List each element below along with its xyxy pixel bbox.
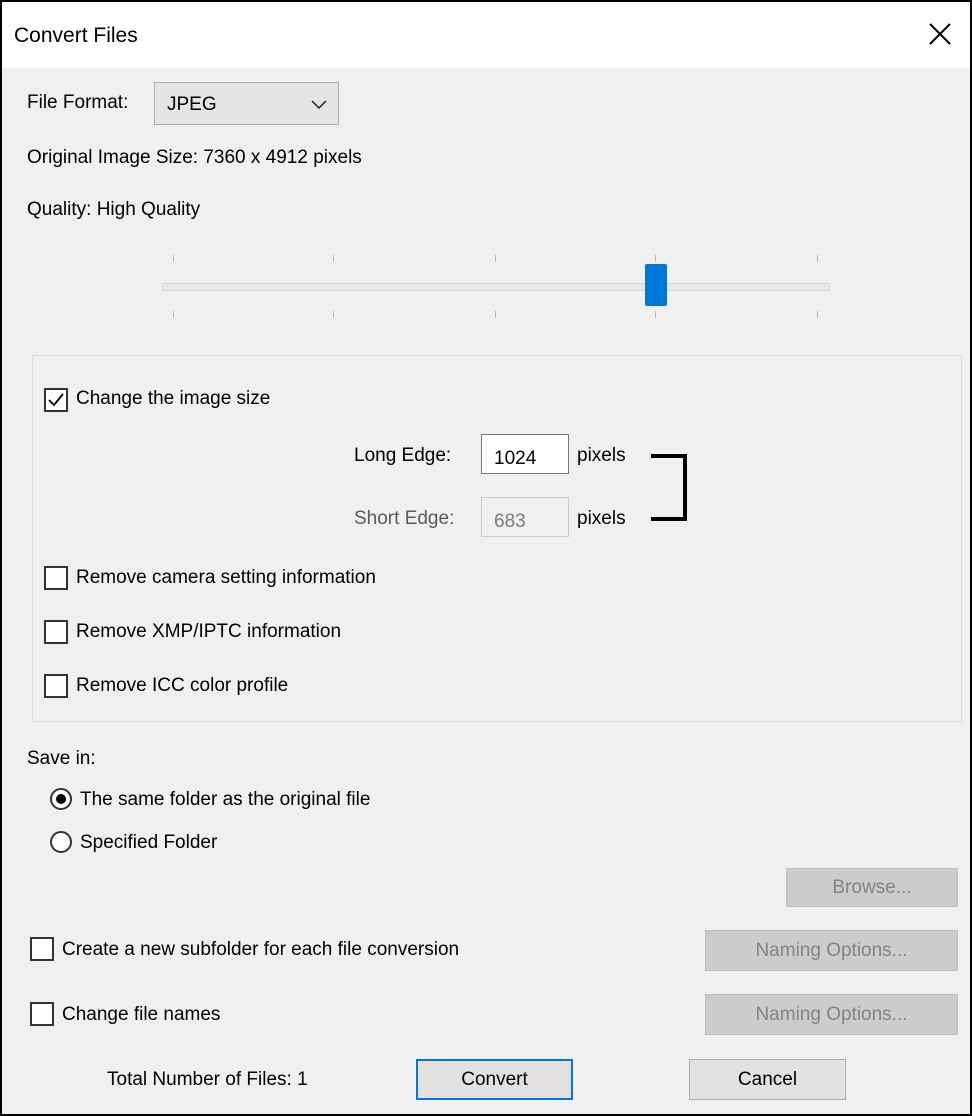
remove-camera-settings-checkbox[interactable] (44, 566, 68, 590)
close-icon (929, 23, 951, 45)
change-size-checkbox[interactable] (44, 388, 68, 412)
remove-icc-profile-checkbox[interactable] (44, 674, 68, 698)
dialog-title: Convert Files (14, 24, 138, 47)
long-edge-input[interactable] (481, 434, 569, 474)
slider-tick (655, 255, 656, 262)
same-folder-label: The same folder as the original file (80, 789, 371, 810)
slider-track[interactable] (162, 283, 830, 291)
check-icon (48, 393, 64, 407)
subfolder-naming-options-button[interactable]: Naming Options... (705, 930, 958, 971)
original-image-size: Original Image Size: 7360 x 4912 pixels (27, 147, 362, 168)
close-button[interactable] (920, 14, 960, 54)
radio-selected-dot (56, 794, 66, 804)
slider-tick (495, 255, 496, 262)
slider-tick (173, 255, 174, 262)
title-bar: Convert Files (2, 2, 970, 68)
slider-tick (333, 311, 334, 318)
browse-button[interactable]: Browse... (786, 868, 958, 907)
short-edge-unit: pixels (577, 508, 626, 529)
create-subfolder-label: Create a new subfolder for each file con… (62, 939, 460, 960)
same-folder-radio[interactable] (50, 788, 72, 810)
slider-tick (495, 311, 496, 318)
file-format-label: File Format: (27, 92, 129, 113)
slider-tick (333, 255, 334, 262)
slider-tick (655, 311, 656, 318)
chevron-down-icon (310, 95, 328, 118)
image-options-group (32, 355, 962, 722)
save-in-label: Save in: (27, 748, 96, 769)
slider-tick (817, 255, 818, 262)
slider-tick (173, 311, 174, 318)
create-subfolder-checkbox[interactable] (30, 937, 54, 961)
short-edge-label: Short Edge: (354, 508, 455, 529)
slider-tick (817, 311, 818, 318)
specified-folder-radio[interactable] (50, 831, 72, 853)
convert-files-dialog: Convert Files File Format: JPEG Original… (0, 0, 972, 1116)
file-format-value: JPEG (167, 94, 217, 115)
change-size-label: Change the image size (76, 388, 271, 409)
remove-icc-profile-label: Remove ICC color profile (76, 675, 289, 696)
remove-xmp-iptc-label: Remove XMP/IPTC information (76, 621, 342, 642)
file-names-naming-options-button[interactable]: Naming Options... (705, 994, 958, 1035)
convert-button[interactable]: Convert (416, 1059, 573, 1100)
remove-camera-settings-label: Remove camera setting information (76, 567, 376, 588)
file-format-select[interactable]: JPEG (154, 82, 339, 125)
aspect-link-bracket (651, 454, 687, 521)
remove-xmp-iptc-checkbox[interactable] (44, 620, 68, 644)
quality-label: Quality: High Quality (27, 199, 201, 220)
change-file-names-label: Change file names (62, 1004, 221, 1025)
total-files-label: Total Number of Files: 1 (107, 1069, 308, 1090)
short-edge-input (481, 497, 569, 537)
long-edge-unit: pixels (577, 445, 626, 466)
change-file-names-checkbox[interactable] (30, 1002, 54, 1026)
slider-thumb[interactable] (645, 264, 667, 306)
long-edge-label: Long Edge: (354, 445, 452, 466)
specified-folder-label: Specified Folder (80, 832, 218, 853)
cancel-button[interactable]: Cancel (689, 1059, 846, 1100)
